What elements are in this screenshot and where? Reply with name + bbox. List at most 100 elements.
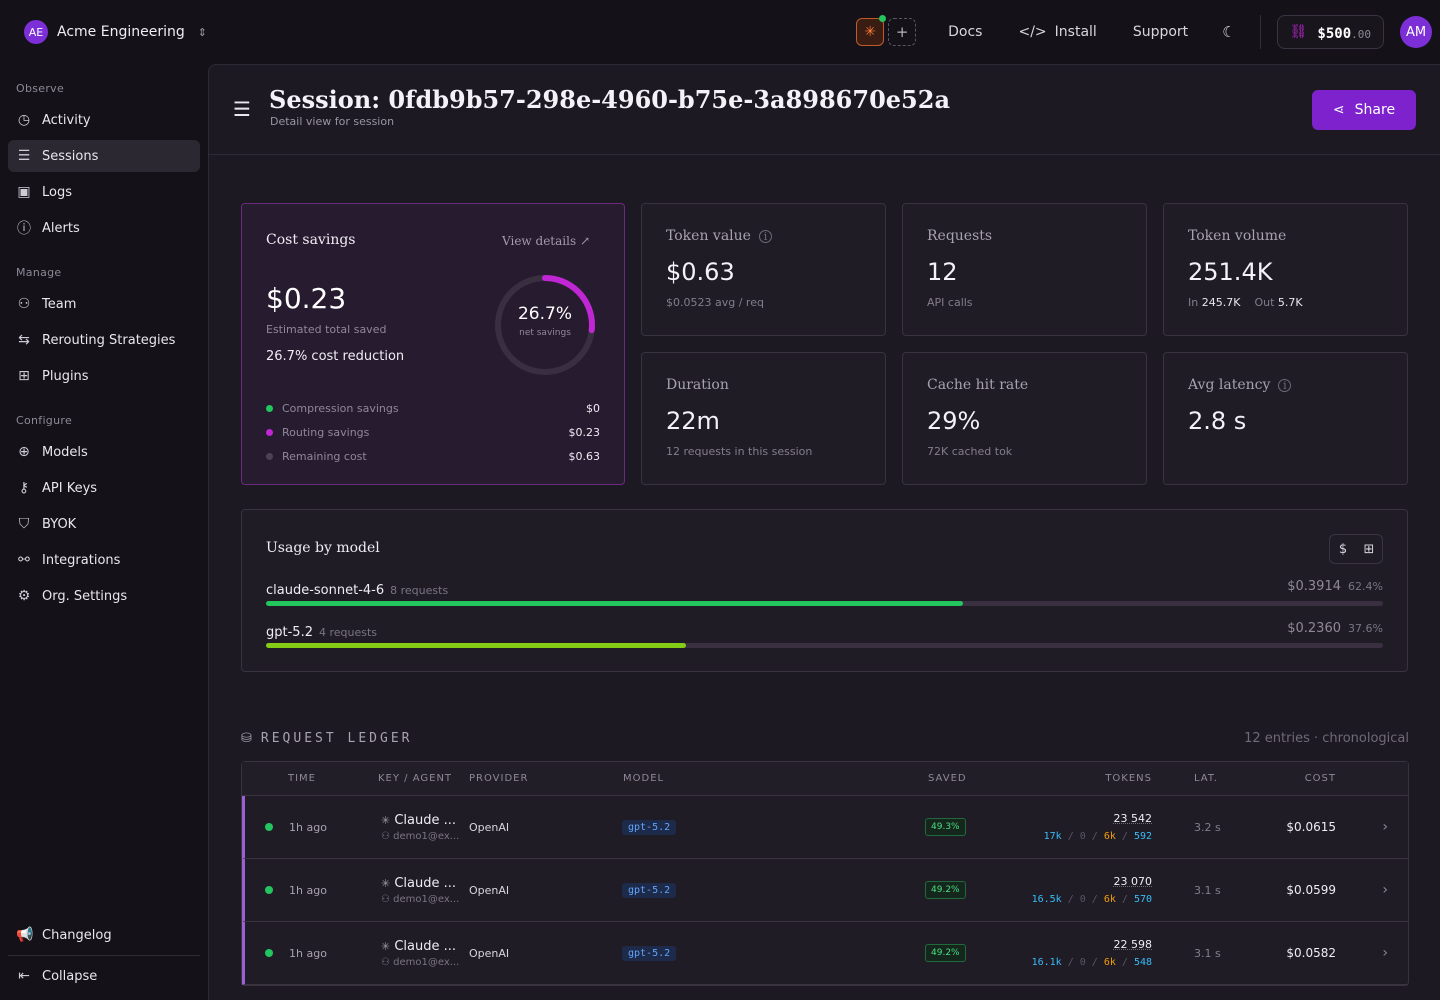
col-tokens[interactable]: TOKENS: [1105, 773, 1152, 784]
savings-row-compression: Compression savings $0: [266, 396, 600, 420]
agent-name: Claude ...: [394, 812, 457, 828]
model-cost: $0.3914: [1287, 579, 1341, 594]
tokens-in: 16.5k: [1031, 894, 1062, 905]
alert-icon: ⓘ: [17, 221, 31, 237]
chevron-right-icon[interactable]: ›: [1382, 945, 1388, 961]
tokens-out: 570: [1133, 894, 1152, 905]
card-label: Avg latency i: [1188, 377, 1292, 393]
donut-percent: 26.7%: [517, 304, 572, 324]
model-cost: $0.2360: [1287, 621, 1341, 636]
tokens-out: 592: [1133, 831, 1152, 842]
user-avatar[interactable]: AM: [1400, 16, 1432, 48]
sidebar-item-alerts[interactable]: ⓘ Alerts: [8, 212, 200, 244]
usage-row-gpt: gpt-5.2 4 requests $0.2360 37.6%: [266, 621, 1383, 648]
credit-balance-button[interactable]: ⛓ $500.00: [1276, 15, 1384, 49]
card-sub: 12 requests in this session: [666, 445, 813, 458]
col-model[interactable]: MODEL: [623, 773, 664, 784]
col-cost[interactable]: COST: [1305, 773, 1336, 784]
plus-icon: +: [895, 23, 909, 41]
row-latency: 3.1 s: [1194, 946, 1221, 960]
dollar-icon[interactable]: $: [1330, 542, 1356, 557]
org-name: Acme Engineering: [57, 24, 185, 40]
sidebar-item-api-keys[interactable]: ⚷ API Keys: [8, 472, 200, 504]
table-row[interactable]: 1h ago ✳ Claude ... ⚇ demo1@ex... OpenAI…: [242, 796, 1408, 859]
usage-bar-track: [266, 643, 1383, 648]
row-provider: OpenAI: [469, 946, 510, 960]
sidebar-item-byok[interactable]: ⛉ BYOK: [8, 508, 200, 540]
sidebar-item-label: BYOK: [42, 516, 77, 532]
savings-amount: $0.23: [266, 282, 347, 315]
tokens-out: 548: [1133, 957, 1152, 968]
usage-mode-toggle[interactable]: $ ⊞: [1329, 534, 1383, 564]
row-model-tag: gpt-5.2: [622, 882, 677, 898]
row-agent: ✳ Claude ... ⚇ demo1@ex...: [381, 876, 459, 905]
add-extension-button[interactable]: +: [888, 18, 917, 46]
col-latency[interactable]: LAT.: [1194, 773, 1218, 784]
col-time[interactable]: TIME: [288, 773, 316, 784]
claude-extension-button[interactable]: ✳: [856, 15, 887, 46]
usage-row-claude: claude-sonnet-4-6 8 requests $0.3914 62.4…: [266, 579, 1383, 606]
sidebar-item-org-settings[interactable]: ⚙ Org. Settings: [8, 580, 200, 612]
row-provider: OpenAI: [469, 820, 510, 834]
chevron-right-icon[interactable]: ›: [1382, 819, 1388, 835]
legend-dot: [266, 452, 273, 460]
table-row[interactable]: 1h ago ✳ Claude ... ⚇ demo1@ex... OpenAI…: [242, 859, 1408, 922]
sidebar-item-rerouting-strategies[interactable]: ⇆ Rerouting Strategies: [8, 324, 200, 356]
table-row[interactable]: 1h ago ✳ Claude ... ⚇ demo1@ex... OpenAI…: [242, 922, 1408, 985]
label-text: Token value: [666, 228, 751, 244]
sidebar-item-team[interactable]: ⚇ Team: [8, 288, 200, 320]
org-avatar: AE: [24, 20, 48, 44]
sidebar-item-models[interactable]: ⊕ Models: [8, 436, 200, 468]
user-icon: ⚇: [381, 893, 390, 905]
sidebar-item-plugins[interactable]: ⊞ Plugins: [8, 360, 200, 392]
sidebar-item-label: Models: [42, 444, 88, 460]
org-switcher[interactable]: AE Acme Engineering ⇕: [24, 20, 207, 44]
info-icon[interactable]: i: [758, 229, 772, 243]
token-value-card: Token value i $0.63 $0.0523 avg / req: [641, 203, 886, 336]
install-link[interactable]: </> Install: [1018, 24, 1096, 40]
tokens-in: 16.1k: [1031, 957, 1062, 968]
support-link[interactable]: Support: [1133, 24, 1188, 40]
tokens-breakdown: 16.5k / 0 / 6k / 570: [1031, 894, 1152, 905]
usage-bar-fill: [266, 601, 963, 606]
chevron-right-icon[interactable]: ›: [1382, 882, 1388, 898]
usage-by-model-card: Usage by model $ ⊞ claude-sonnet-4-6 8 re…: [241, 509, 1408, 672]
row-value: $0.63: [568, 449, 601, 463]
col-key-agent[interactable]: KEY / AGENT: [378, 773, 452, 784]
view-details-link[interactable]: View details ↗: [502, 234, 590, 248]
share-icon: ⋖: [1332, 102, 1345, 118]
row-latency: 3.1 s: [1194, 883, 1221, 897]
claude-icon: ✳: [381, 876, 391, 890]
sidebar-item-changelog[interactable]: 📢 Changelog: [8, 919, 200, 951]
info-icon[interactable]: i: [1278, 378, 1292, 392]
sidebar-item-logs[interactable]: ▣ Logs: [8, 176, 200, 208]
grid-icon[interactable]: ⊞: [1356, 542, 1382, 557]
share-label: Share: [1354, 102, 1396, 118]
row-time: 1h ago: [289, 820, 327, 834]
col-provider[interactable]: PROVIDER: [469, 773, 528, 784]
collapse-sidebar-button[interactable]: ⇤ Collapse: [8, 960, 200, 992]
legend-dot: [266, 404, 273, 412]
row-cost: $0.0582: [1286, 946, 1336, 960]
card-label: Requests: [927, 228, 993, 244]
sidebar-item-activity[interactable]: ◷ Activity: [8, 104, 200, 136]
claude-icon: ✳: [381, 813, 391, 827]
megaphone-icon: 📢: [16, 927, 34, 943]
status-dot: [879, 15, 887, 22]
theme-toggle-icon[interactable]: ☾: [1222, 23, 1235, 41]
docs-link[interactable]: Docs: [948, 24, 982, 40]
agent-user: demo1@ex...: [393, 893, 460, 905]
legend-dot: [266, 428, 273, 436]
share-button[interactable]: ⋖ Share: [1312, 90, 1416, 130]
tokens-total: 23 070: [1113, 875, 1153, 888]
avg-latency-card: Avg latency i 2.8 s: [1163, 352, 1408, 485]
code-icon: </>: [1018, 24, 1047, 40]
col-saved[interactable]: SAVED: [928, 773, 967, 784]
requests-card: Requests 12 API calls: [902, 203, 1147, 336]
sidebar-item-sessions[interactable]: ☰ Sessions: [8, 140, 200, 172]
card-value: 251.4K: [1188, 258, 1273, 286]
usage-bar-track: [266, 601, 1383, 606]
card-value: 22m: [666, 407, 720, 435]
sidebar-item-integrations[interactable]: ⚯ Integrations: [8, 544, 200, 576]
donut-label: 26.7% net savings: [492, 304, 598, 338]
